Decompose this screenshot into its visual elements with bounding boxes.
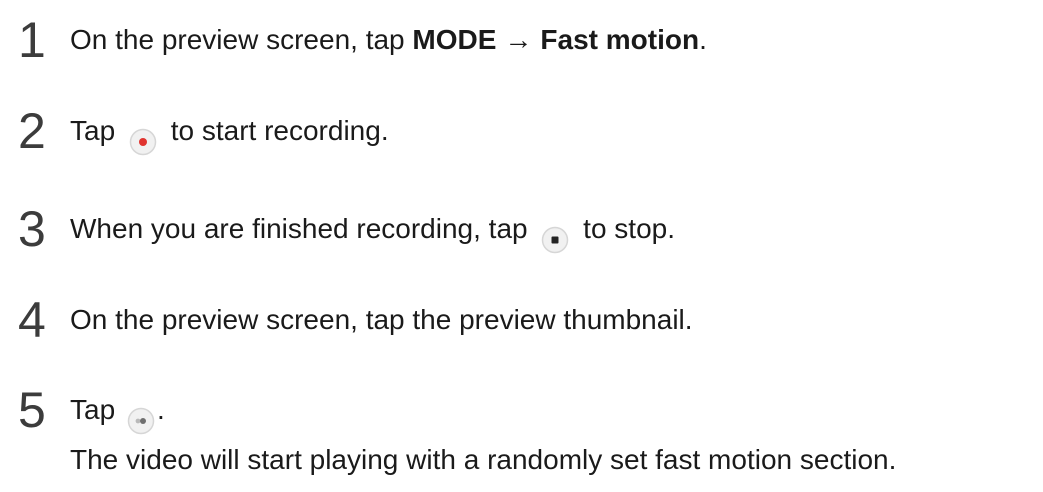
step-text-part: When you are finished recording, tap xyxy=(70,213,536,244)
fast-motion-play-icon xyxy=(127,396,155,435)
step-text-part: Tap xyxy=(70,115,123,146)
step-text-part: . xyxy=(156,394,165,425)
mode-label: MODE xyxy=(412,24,497,55)
step-number: 2 xyxy=(18,103,46,159)
step-text-part: On the preview screen, tap the preview t… xyxy=(70,304,693,335)
step-4: 4 On the preview screen, tap the preview… xyxy=(0,290,1043,350)
stop-button-icon xyxy=(541,215,569,254)
step-5: 5 Tap . xyxy=(0,380,1043,440)
step-2: 2 Tap to start recording. xyxy=(0,101,1043,161)
step-text: On the preview screen, tap the preview t… xyxy=(70,290,693,350)
step-text: When you are finished recording, tap to … xyxy=(70,199,675,259)
step-number: 1 xyxy=(18,12,46,68)
step-text-part: to start recording. xyxy=(162,115,389,146)
step-3: 3 When you are finished recording, tap t… xyxy=(0,199,1043,259)
step-1: 1 On the preview screen, tap MODE → Fast… xyxy=(0,10,1043,70)
step-text-part: . xyxy=(699,24,707,55)
step-number: 5 xyxy=(18,382,46,438)
step-number: 4 xyxy=(18,292,46,348)
step-number: 3 xyxy=(18,201,46,257)
step-text: Tap . xyxy=(70,380,165,440)
step-text-part: to stop. xyxy=(575,213,676,244)
result-note: The video will start playing with a rand… xyxy=(70,444,897,475)
step-text: On the preview screen, tap MODE → Fast m… xyxy=(70,10,707,70)
arrow-icon: → xyxy=(504,24,533,55)
steps-list: 1 On the preview screen, tap MODE → Fast… xyxy=(0,0,1043,492)
step-text-part: Tap xyxy=(70,394,123,425)
record-button-icon xyxy=(129,117,157,156)
step-text: Tap to start recording. xyxy=(70,101,389,161)
fast-motion-label: Fast motion xyxy=(540,24,700,55)
step-text-part: On the preview screen, tap xyxy=(70,24,413,55)
